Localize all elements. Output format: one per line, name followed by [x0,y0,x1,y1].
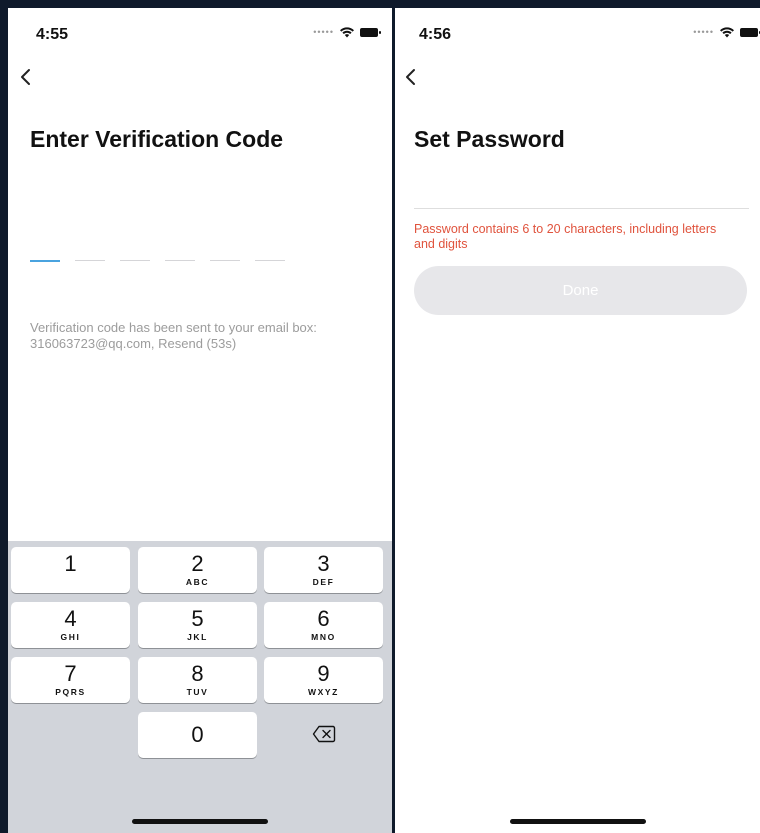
key-2[interactable]: 2 ABC [138,547,257,593]
key-9[interactable]: 9 WXYZ [264,657,383,703]
signal-dots-icon: ••••• [693,26,714,37]
key-5[interactable]: 5 JKL [138,602,257,648]
code-digit-slot[interactable] [120,260,150,261]
key-digit: 5 [191,606,204,631]
code-digit-slot[interactable] [255,260,285,261]
code-digit-slot[interactable] [210,260,240,261]
key-8[interactable]: 8 TUV [138,657,257,703]
key-0[interactable]: 0 [138,712,257,758]
home-indicator [132,819,268,824]
key-digit: 2 [191,551,204,576]
key-letters: WXYZ [308,687,339,697]
key-digit: 7 [64,661,77,686]
signal-dots-icon: ••••• [313,26,334,37]
battery-icon [740,27,760,37]
password-input[interactable] [414,178,749,209]
key-letters: JKL [187,632,208,642]
verification-sent-note: Verification code has been sent to your … [30,320,317,351]
key-letters: TUV [186,687,209,697]
key-7[interactable]: 7 PQRS [11,657,130,703]
key-letters: ABC [185,577,210,587]
wifi-icon [720,27,734,38]
key-1[interactable]: 1 [11,547,130,593]
key-3[interactable]: 3 DEF [264,547,383,593]
key-digit: 1 [64,551,77,576]
key-digit: 4 [64,606,77,631]
key-letters: PQRS [55,687,86,697]
numeric-keypad: 1 2 ABC 3 DEF 4 GHI 5 JKL 6 MNO 7 PQRS 8 [8,541,392,833]
key-letters: MNO [311,632,336,642]
key-digit: 8 [191,661,204,686]
battery-icon [360,27,381,37]
page-title: Set Password [414,126,565,152]
home-indicator [509,819,646,824]
status-time: 4:55 [36,26,69,43]
code-digit-slot[interactable] [165,260,195,261]
set-password-screen: 4:56 ••••• Set Password Password contain… [395,8,760,833]
back-icon[interactable] [16,63,40,91]
wifi-icon [340,27,354,38]
key-letters: DEF [312,577,335,587]
backspace-icon [312,725,335,743]
status-time: 4:56 [419,26,452,43]
key-digit: 0 [191,722,204,747]
status-icons: ••••• [693,26,760,38]
password-hint: Password contains 6 to 20 characters, in… [414,222,717,251]
key-4[interactable]: 4 GHI [11,602,130,648]
key-digit: 9 [317,661,330,686]
page-title: Enter Verification Code [30,126,284,152]
done-button[interactable]: Done [414,266,747,315]
key-digit: 6 [317,606,330,631]
status-icons: ••••• [313,26,381,38]
code-digit-slot[interactable] [30,260,60,262]
key-letters: GHI [60,632,81,642]
code-digit-slot[interactable] [75,260,105,261]
verification-screen: 4:55 ••••• Enter Verification Code Verif… [8,8,392,833]
key-6[interactable]: 6 MNO [264,602,383,648]
code-input[interactable] [30,260,285,262]
backspace-key[interactable] [264,712,383,758]
back-icon[interactable] [401,63,425,91]
key-digit: 3 [317,551,330,576]
